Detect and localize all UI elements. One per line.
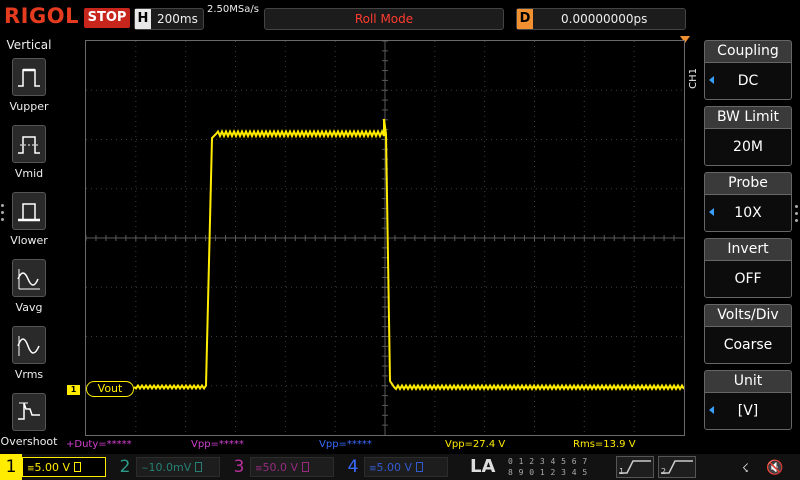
- graticule: [86, 41, 684, 435]
- channel-4-status[interactable]: 4 ≡5.00 V: [342, 454, 454, 480]
- decoder-number: 1: [619, 467, 625, 476]
- channel-scale: ≡5.00 V: [364, 457, 448, 477]
- menu-item-label: Unit: [704, 370, 792, 392]
- channel-scale: ≡5.00 V: [22, 457, 106, 477]
- measure-item-vrms[interactable]: Vrms: [0, 326, 58, 392]
- bandwidth-limit-icon: [195, 462, 203, 472]
- channel-menu-tab: CH1: [688, 68, 699, 89]
- measurement-vpp-ch4: Vpp=*****: [319, 439, 372, 450]
- channel-scale: ~10.0mV: [136, 457, 220, 477]
- measurement-vpp-ch1: Vpp=27.4 V: [445, 439, 506, 450]
- la-channel-row: 8 9 0 1 2 3 4 5: [508, 468, 588, 477]
- waveform-display[interactable]: [85, 40, 685, 436]
- measure-label: Vmid: [14, 167, 44, 180]
- channel-1-offset-marker[interactable]: 1: [67, 385, 80, 395]
- timebase-value: 200ms: [157, 12, 198, 26]
- channel-scale-value: 5.00 V: [376, 461, 413, 474]
- measure-label: Vrms: [14, 368, 44, 381]
- vmid-icon[interactable]: [12, 125, 46, 163]
- menu-item-label: BW Limit: [704, 106, 792, 128]
- menu-item-volts-div[interactable]: Volts/Div Coarse: [704, 304, 792, 368]
- menu-item-unit[interactable]: Unit [V]: [704, 370, 792, 434]
- menu-item-bw-limit[interactable]: BW Limit 20M: [704, 106, 792, 170]
- decoder-1-button[interactable]: 1: [616, 456, 654, 478]
- measurement-rms-ch1: Rms=13.9 V: [573, 439, 636, 450]
- bandwidth-limit-icon: [416, 462, 424, 472]
- bandwidth-limit-icon: [302, 462, 310, 472]
- channel-menu: Coupling DC BW Limit 20M Probe 10X Inver…: [704, 40, 792, 438]
- menu-item-value: [V]: [704, 392, 792, 430]
- run-stop-button[interactable]: STOP: [84, 8, 130, 28]
- timebase-letter: H: [135, 9, 151, 29]
- menu-item-value: OFF: [704, 260, 792, 298]
- measure-label: Vupper: [9, 100, 49, 113]
- acquisition-mode-display[interactable]: Roll Mode: [264, 8, 504, 30]
- decoder-number: 2: [661, 467, 667, 476]
- speaker-mute-icon[interactable]: 🔇: [766, 460, 783, 476]
- menu-item-value: 20M: [704, 128, 792, 166]
- measure-item-vmid[interactable]: Vmid: [0, 125, 58, 191]
- top-status-bar: RIGOL STOP H 200ms 2.50MSa/s Roll Mode D…: [0, 0, 800, 36]
- menu-item-label: Invert: [704, 238, 792, 260]
- timebase-display[interactable]: H 200ms: [134, 8, 204, 30]
- channel-3-status[interactable]: 3 ≡50.0 V: [228, 454, 340, 480]
- channel-scale-value: 5.00 V: [34, 461, 71, 474]
- channel-number: 2: [114, 454, 136, 480]
- vupper-icon[interactable]: [12, 58, 46, 96]
- channel-scale: ≡50.0 V: [250, 457, 334, 477]
- decoder-2-button[interactable]: 2: [658, 456, 696, 478]
- measurement-vpp-ch3: Vpp=*****: [191, 439, 244, 450]
- trace-label[interactable]: Vout: [86, 381, 134, 397]
- channel-number: 1: [0, 454, 22, 480]
- measure-label: Overshoot: [0, 435, 58, 448]
- menu-item-label: Probe: [704, 172, 792, 194]
- overshoot-icon[interactable]: [12, 393, 46, 431]
- delay-letter: D: [517, 9, 533, 29]
- sample-rate: 2.50MSa/s: [207, 4, 259, 15]
- logic-analyzer-button[interactable]: LA: [470, 456, 495, 477]
- usb-icon: ☇: [742, 461, 749, 475]
- logic-analyzer-channels: 0 1 2 3 4 5 6 7 8 9 0 1 2 3 4 5: [508, 456, 612, 478]
- vrms-icon[interactable]: [12, 326, 46, 364]
- menu-item-probe[interactable]: Probe 10X: [704, 172, 792, 236]
- left-arrow-icon: [709, 76, 714, 84]
- acquisition-mode: Roll Mode: [354, 12, 414, 26]
- channel-scale-value: 50.0 V: [262, 461, 299, 474]
- bandwidth-limit-icon: [74, 462, 82, 472]
- brand-logo: RIGOL: [4, 4, 79, 28]
- delay-display[interactable]: D 0.00000000ps: [516, 8, 686, 30]
- channel-status-bar: 1 ≡5.00 V 2 ~10.0mV 3 ≡50.0 V 4 ≡5.00 V …: [0, 454, 800, 480]
- menu-item-value: DC: [704, 62, 792, 100]
- measure-item-vupper[interactable]: Vupper: [0, 58, 58, 124]
- measurement-results: +Duty=***** Vpp=***** Vpp=***** Vpp=27.4…: [58, 438, 758, 452]
- measure-category-title: Vertical: [6, 38, 52, 52]
- channel-1-trace: [133, 118, 684, 392]
- measure-label: Vavg: [15, 301, 43, 314]
- channel-number: 4: [342, 454, 364, 480]
- vavg-icon[interactable]: [12, 259, 46, 297]
- menu-item-value: Coarse: [704, 326, 792, 364]
- measure-item-vlower[interactable]: Vlower: [0, 192, 58, 258]
- menu-page-dots: [795, 205, 799, 226]
- vlower-icon[interactable]: [12, 192, 46, 230]
- menu-item-label: Volts/Div: [704, 304, 792, 326]
- menu-item-value: 10X: [704, 194, 792, 232]
- la-channel-row: 0 1 2 3 4 5 6 7: [508, 457, 588, 466]
- left-arrow-icon: [709, 208, 714, 216]
- channel-number: 3: [228, 454, 250, 480]
- menu-item-invert[interactable]: Invert OFF: [704, 238, 792, 302]
- menu-item-label: Coupling: [704, 40, 792, 62]
- channel-scale-value: 10.0mV: [148, 461, 192, 474]
- menu-page-dots: [1, 204, 5, 225]
- left-arrow-icon: [709, 406, 714, 414]
- measurement-duty: +Duty=*****: [66, 439, 132, 450]
- channel-2-status[interactable]: 2 ~10.0mV: [114, 454, 226, 480]
- measure-label: Vlower: [10, 234, 48, 247]
- measure-item-overshoot[interactable]: Overshoot: [0, 393, 58, 459]
- channel-1-status[interactable]: 1 ≡5.00 V: [0, 454, 112, 480]
- menu-item-coupling[interactable]: Coupling DC: [704, 40, 792, 104]
- measure-panel: Vertical Vupper Vmid Vlower Vavg Vrms Ov…: [0, 36, 58, 454]
- measure-item-vavg[interactable]: Vavg: [0, 259, 58, 325]
- delay-value: 0.00000000ps: [561, 12, 648, 26]
